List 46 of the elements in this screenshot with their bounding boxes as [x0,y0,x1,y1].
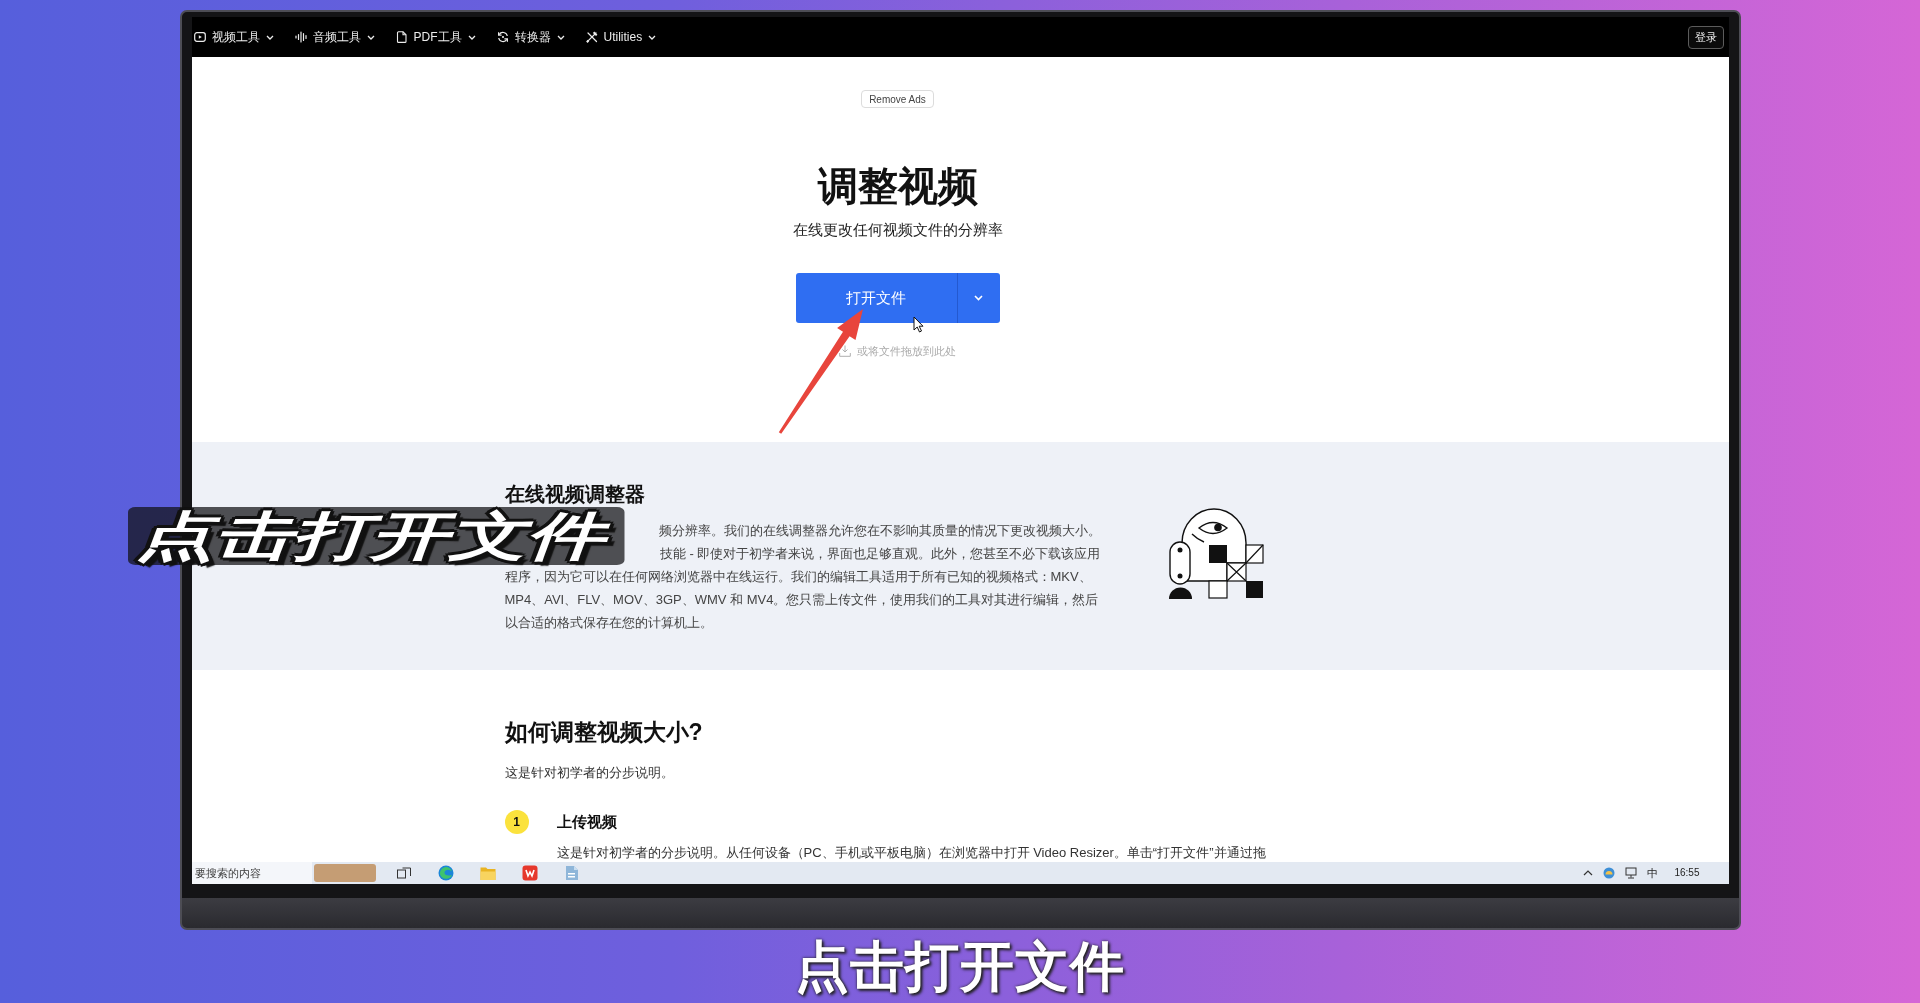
caption-text: 点击打开文件 [128,507,625,565]
nav-menu-button[interactable]: 音频工具 [294,29,375,45]
download-icon [839,345,851,357]
intro-text: 这是针对初学者的分步说明。 [504,764,675,782]
cycle-arrows-icon [496,31,509,43]
caret-icon [556,34,565,40]
page-title: 调整视频 [817,163,978,209]
picture-placeholder [313,864,376,882]
section-heading: 如何调整视频大小? [504,718,704,747]
caret-icon [265,34,274,40]
caret-up-icon[interactable] [1583,870,1594,876]
nav-menu-button[interactable]: PDF工具 [395,29,476,45]
remove-ads-button[interactable]: Remove Ads [861,90,934,108]
task-view-icon[interactable] [395,865,412,881]
document-icon [395,31,408,43]
app-icon[interactable] [563,865,580,881]
caret-icon [648,34,657,40]
nav-menu-button[interactable]: 转换器 [496,29,565,45]
waveform-icon [294,31,307,43]
open-file-button[interactable]: 打开文件 [795,273,957,323]
caret-icon [467,34,476,40]
browser-icon[interactable] [437,865,454,881]
step-title: 上传视频 [556,812,618,832]
step-number: 1 [504,810,529,834]
subtitle-text: 点击打开文件 [795,936,1125,996]
caret-icon [974,295,983,301]
monitor-icon[interactable] [1625,867,1638,879]
nav-menu-button[interactable]: 视频工具 [193,29,274,45]
play-icon [193,31,206,43]
nav-menu-button[interactable]: Utilities [585,29,657,45]
search-field[interactable]: 要搜索的内容 [191,862,312,884]
step-text: 这是针对初学者的分步说明。从任何设备（PC、手机或平板电脑）在浏览器中打开 Video Resizer。单击“打开文件”并通过拖 [556,844,1266,862]
clock-time: 16:55 [1674,866,1700,880]
section-heading: 在线视频调整器 [504,482,646,507]
cursor-icon [913,316,924,333]
paragraph-text: 程序，因为它可以在任何网络浏览器中在线运行。我们的编辑工具适用于所有已知的视频格式：MKV、MP4、AVI、FLV、MOV、3GP、WMV 和 MV4。您只需上传文件，使用我们的工具对其进行编辑，然后以合适的格式保存在您的计算机上。 [504,568,1100,632]
login-button[interactable]: 登录 [1687,25,1724,49]
caret-icon [366,34,375,40]
page-subtitle: 在线更改任何视频文件的分辨率 [792,220,1003,240]
app-icon[interactable] [521,865,538,881]
input-method-indicator[interactable]: 中 [1647,866,1659,880]
paragraph-text: 技能 - 即使对于初学者来说，界面也足够直观。此外，您甚至不必下载该应用 [658,545,1102,563]
paragraph-text: 频分辨率。我们的在线调整器允许您在不影响其质量的情况下更改视频大小。 [657,522,1102,540]
tray-app-icon[interactable] [1603,867,1616,879]
drop-hint: 或将文件拖放到此处 [857,344,956,359]
tools-icon [585,31,598,43]
